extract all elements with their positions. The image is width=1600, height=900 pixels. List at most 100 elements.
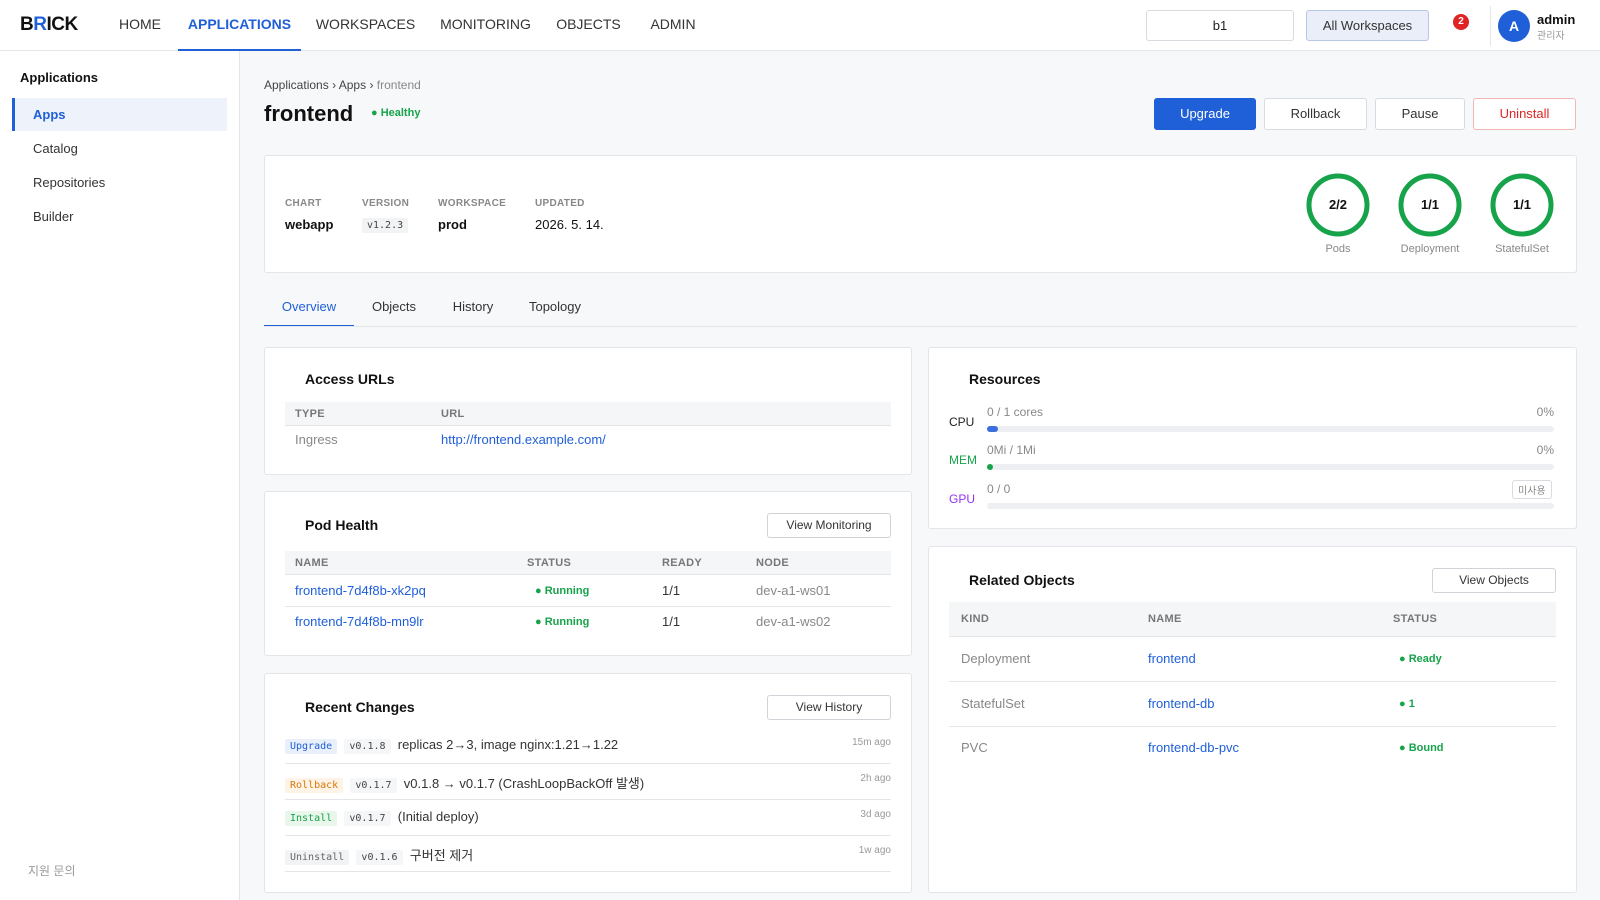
pause-button[interactable]: Pause xyxy=(1375,98,1465,130)
column-header-name: NAME xyxy=(1148,613,1182,625)
sidebar-item-apps[interactable]: Apps xyxy=(12,98,227,131)
pods-ring-value: 2/2 xyxy=(1328,197,1348,212)
resources-card: Resources CPU 0 / 1 cores 0% MEM 0Mi / 1… xyxy=(928,347,1577,529)
object-name-link[interactable]: frontend xyxy=(1148,651,1196,666)
pod-ready: 1/1 xyxy=(662,614,681,629)
cpu-usage: 0 / 1 cores xyxy=(987,405,1044,419)
access-url-link[interactable]: http://frontend.example.com/ xyxy=(441,432,606,447)
object-kind: StatefulSet xyxy=(961,696,1025,711)
pod-node: dev-a1-ws02 xyxy=(756,614,831,629)
sidebar-item-catalog[interactable]: Catalog xyxy=(12,132,227,165)
tab-overview[interactable]: Overview xyxy=(264,290,354,327)
column-header-status: STATUS xyxy=(1393,613,1438,625)
rollback-button[interactable]: Rollback xyxy=(1264,98,1367,130)
user-name[interactable]: admin xyxy=(1537,12,1575,27)
chart-value: webapp xyxy=(285,217,334,232)
nav-admin[interactable]: ADMIN xyxy=(640,0,706,51)
change-kind-chip: Upgrade xyxy=(285,739,338,754)
nav-monitoring[interactable]: MONITORING xyxy=(436,0,535,51)
view-monitoring-button[interactable]: View Monitoring xyxy=(767,513,891,538)
change-description: v0.1.8 → v0.1.7 (CrashLoopBackOff 발생) xyxy=(403,776,645,791)
mem-usage: 0Mi / 1Mi xyxy=(987,443,1036,457)
change-row[interactable]: Install v0.1.7 (Initial deploy) xyxy=(285,809,479,826)
column-header-status: STATUS xyxy=(527,557,572,569)
pod-health-title: Pod Health xyxy=(305,517,379,533)
change-row[interactable]: Uninstall v0.1.6 구버전 제거 xyxy=(285,845,473,865)
object-status-badge: ● Bound xyxy=(1399,742,1444,754)
object-kind: Deployment xyxy=(961,651,1031,666)
column-header-name: NAME xyxy=(295,557,329,569)
change-time: 15m ago xyxy=(852,737,891,748)
cpu-usage-bar xyxy=(987,426,1554,432)
brand-logo[interactable]: BRICK xyxy=(20,14,78,36)
breadcrumb-applications[interactable]: Applications xyxy=(264,78,329,92)
uninstall-button[interactable]: Uninstall xyxy=(1473,98,1576,130)
mem-usage-bar-fill xyxy=(987,464,993,470)
sidebar-item-repositories[interactable]: Repositories xyxy=(12,166,227,199)
mem-usage-bar xyxy=(987,464,1554,470)
change-version-chip: v0.1.7 xyxy=(344,811,391,826)
breadcrumb-apps[interactable]: Apps xyxy=(339,78,366,92)
breadcrumb-current: frontend xyxy=(376,78,421,92)
all-workspaces-button[interactable]: All Workspaces xyxy=(1306,10,1429,41)
notification-badge[interactable]: 2 xyxy=(1453,14,1469,30)
breadcrumb-separator: › xyxy=(369,78,374,92)
view-objects-button[interactable]: View Objects xyxy=(1432,568,1556,593)
access-urls-card: Access URLs TYPE URL Ingress http://fron… xyxy=(264,347,912,475)
sidebar: Applications Apps Catalog Repositories B… xyxy=(0,51,240,900)
updated-value: 2026. 5. 14. xyxy=(535,217,604,232)
object-name-link[interactable]: frontend-db xyxy=(1148,696,1215,711)
gpu-usage: 0 / 0 xyxy=(987,482,1011,496)
nav-applications[interactable]: APPLICATIONS xyxy=(178,0,301,51)
divider xyxy=(1490,6,1491,46)
logo-text-suffix: ICK xyxy=(46,14,78,35)
nav-objects[interactable]: OBJECTS xyxy=(553,0,624,51)
tab-history[interactable]: History xyxy=(441,290,505,327)
pod-health-card: Pod Health View Monitoring NAME STATUS R… xyxy=(264,491,912,656)
version-label: VERSION xyxy=(362,198,410,209)
pod-status-badge: ● Running xyxy=(535,616,590,628)
sidebar-title: Applications xyxy=(20,70,99,85)
workspace-search-input[interactable]: b1 xyxy=(1146,10,1294,41)
table-header: NAME STATUS READY NODE xyxy=(285,551,891,575)
user-avatar[interactable]: A xyxy=(1498,10,1530,42)
change-row[interactable]: Rollback v0.1.7 v0.1.8 → v0.1.7 (CrashLo… xyxy=(285,773,645,793)
row-divider xyxy=(285,871,891,872)
row-divider xyxy=(949,726,1556,727)
change-time: 2h ago xyxy=(860,773,891,784)
workspace-label: WORKSPACE xyxy=(438,198,507,209)
view-history-button[interactable]: View History xyxy=(767,695,891,720)
pods-ring-label: Pods xyxy=(1325,243,1351,255)
gpu-label: GPU xyxy=(949,492,976,506)
url-type: Ingress xyxy=(295,432,338,447)
nav-home[interactable]: HOME xyxy=(106,0,174,51)
object-status-badge: ● 1 xyxy=(1399,698,1415,710)
nav-workspaces[interactable]: WORKSPACES xyxy=(311,0,420,51)
change-version-chip: v0.1.8 xyxy=(344,739,391,754)
change-kind-chip: Install xyxy=(285,811,338,826)
tab-objects[interactable]: Objects xyxy=(362,290,426,327)
cpu-percent: 0% xyxy=(1536,405,1554,419)
change-time: 3d ago xyxy=(860,809,891,820)
support-link[interactable]: 지원 문의 xyxy=(28,862,76,879)
upgrade-button[interactable]: Upgrade xyxy=(1154,98,1256,130)
version-chip: v1.2.3 xyxy=(362,218,409,233)
change-kind-chip: Uninstall xyxy=(285,850,350,865)
change-row[interactable]: Upgrade v0.1.8 replicas 2→3, image nginx… xyxy=(285,737,618,754)
object-name-link[interactable]: frontend-db-pvc xyxy=(1148,740,1239,755)
column-header-type: TYPE xyxy=(295,408,325,420)
column-header-kind: KIND xyxy=(961,613,990,625)
statefulset-ring-value: 1/1 xyxy=(1512,197,1532,212)
sidebar-item-builder[interactable]: Builder xyxy=(12,200,227,233)
pod-name-link[interactable]: frontend-7d4f8b-xk2pq xyxy=(295,583,426,598)
recent-changes-card: Recent Changes View History Upgrade v0.1… xyxy=(264,673,912,893)
pod-name-link[interactable]: frontend-7d4f8b-mn9lr xyxy=(295,614,424,629)
updated-label: UPDATED xyxy=(535,198,585,209)
gpu-unused-chip: 미사용 xyxy=(1512,480,1552,499)
related-objects-title: Related Objects xyxy=(969,572,1075,588)
column-header-url: URL xyxy=(441,408,465,420)
health-status-badge: ● Healthy xyxy=(371,107,421,119)
change-kind-chip: Rollback xyxy=(285,778,344,793)
tab-topology[interactable]: Topology xyxy=(521,290,589,327)
breadcrumb-separator: › xyxy=(332,78,337,92)
